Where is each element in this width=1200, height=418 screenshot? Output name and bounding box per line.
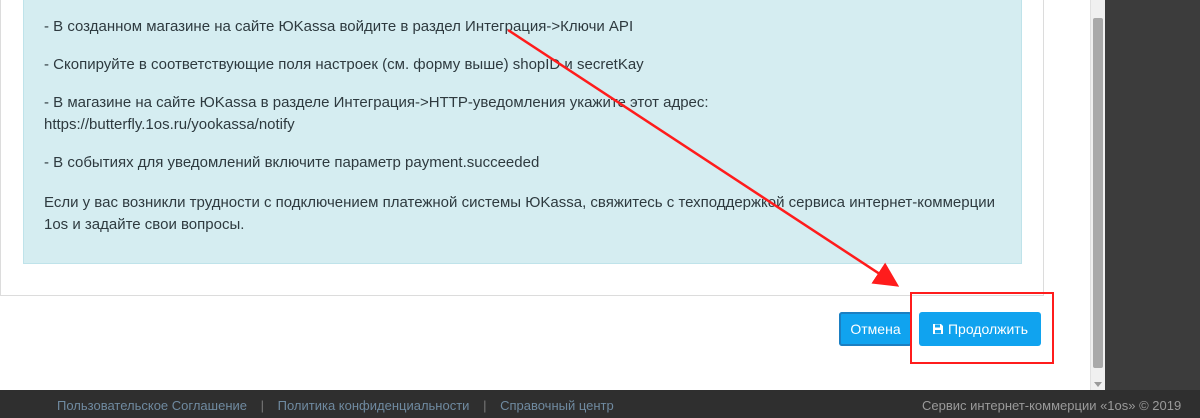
- footer-link-agreement[interactable]: Пользовательское Соглашение: [57, 398, 247, 413]
- page-footer: Пользовательское Соглашение | Политика к…: [0, 390, 1200, 418]
- footer-link-privacy[interactable]: Политика конфиденциальности: [278, 398, 470, 413]
- footer-links: Пользовательское Соглашение | Политика к…: [57, 398, 614, 413]
- annotation-arrow: [507, 28, 900, 287]
- footer-copyright: Сервис интернет-коммерции «1os» © 2019: [922, 398, 1182, 413]
- footer-link-help[interactable]: Справочный центр: [500, 398, 614, 413]
